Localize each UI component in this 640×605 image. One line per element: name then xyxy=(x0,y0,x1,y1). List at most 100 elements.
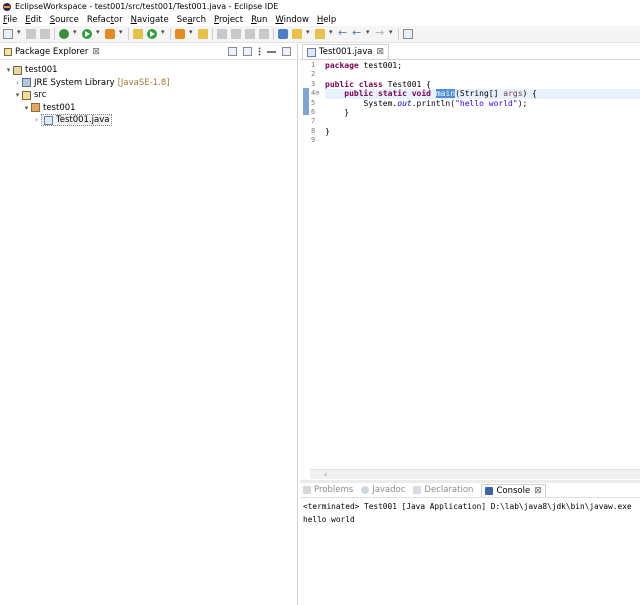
expanded-chevron-icon[interactable]: ▾ xyxy=(13,91,22,99)
save-icon[interactable] xyxy=(26,29,36,39)
collapsed-chevron-icon[interactable]: › xyxy=(13,79,22,87)
show-whitespace-icon[interactable] xyxy=(259,29,269,39)
close-tab-icon[interactable]: ⊠ xyxy=(534,486,542,496)
new-java-project-icon[interactable] xyxy=(133,29,143,39)
toggle-mark-occurrences-icon[interactable] xyxy=(231,29,241,39)
maximize-icon[interactable] xyxy=(282,47,291,56)
toolbar-separator xyxy=(128,28,129,40)
tree-item-jre[interactable]: › JRE System Library [JavaSE-1.8] xyxy=(0,77,297,90)
parameter: args xyxy=(503,89,523,99)
line-number: 3 xyxy=(311,79,316,88)
tab-problems-label: Problems xyxy=(314,485,354,495)
forward-icon[interactable] xyxy=(375,26,385,39)
tree-item-package[interactable]: ▾ test001 xyxy=(0,102,297,115)
tab-problems[interactable]: Problems xyxy=(303,485,353,495)
save-all-icon[interactable] xyxy=(40,29,50,39)
back-dropdown-icon[interactable] xyxy=(366,28,371,39)
tab-javadoc[interactable]: Javadoc xyxy=(361,485,405,495)
menu-item[interactable]: Edit xyxy=(25,15,41,25)
toolbar-separator xyxy=(398,28,399,40)
next-annotation-icon[interactable] xyxy=(292,29,302,39)
toggle-block-selection-icon[interactable] xyxy=(245,29,255,39)
menu-item[interactable]: Navigate xyxy=(131,15,169,25)
menu-item[interactable]: Source xyxy=(50,15,79,25)
console-output-area[interactable]: <terminated> Test001 [Java Application] … xyxy=(300,498,640,528)
menu-item[interactable]: Project xyxy=(214,15,243,25)
open-type-icon[interactable] xyxy=(175,29,185,39)
new-icon[interactable] xyxy=(3,29,13,39)
package-explorer-icon xyxy=(4,47,12,56)
project-label: test001 xyxy=(25,65,58,76)
tab-test001-java[interactable]: Test001.java ⊠ xyxy=(302,44,390,59)
menu-label-part: dit xyxy=(30,14,42,25)
minimize-icon[interactable] xyxy=(267,47,276,53)
file-label: Test001.java xyxy=(56,115,110,126)
tree-item-src[interactable]: ▾ src xyxy=(0,89,297,102)
menu-item[interactable]: File xyxy=(3,15,17,25)
line-number: 7 xyxy=(311,117,316,126)
menu-item[interactable]: Search xyxy=(177,15,206,25)
previous-annotation-dropdown-icon[interactable] xyxy=(329,28,334,39)
next-annotation-dropdown-icon[interactable] xyxy=(306,28,311,39)
external-tools-dropdown-icon[interactable] xyxy=(119,28,124,39)
new-dropdown-icon[interactable] xyxy=(17,28,22,39)
horizontal-scrollbar[interactable]: ‹ xyxy=(310,469,640,479)
jre-label: JRE System Library xyxy=(34,77,115,88)
debug-dropdown-icon[interactable] xyxy=(73,28,78,39)
main-toolbar xyxy=(0,26,640,43)
menu-item[interactable]: Help xyxy=(317,15,336,25)
source-code[interactable]: package test001; public class Test001 { … xyxy=(325,61,640,146)
forward-dropdown-icon[interactable] xyxy=(389,28,394,39)
source-folder-icon xyxy=(22,90,31,100)
menu-label-part: elp xyxy=(323,14,337,25)
external-tools-icon[interactable] xyxy=(105,29,115,39)
menu-item[interactable]: Window xyxy=(275,15,309,25)
toggle-breadcrumb-icon[interactable] xyxy=(278,29,288,39)
package-explorer-title[interactable]: Package Explorer xyxy=(15,47,88,57)
menu-item[interactable]: Refactor xyxy=(87,15,123,25)
line-number-fold[interactable]: 4⊖ xyxy=(311,89,325,98)
collapse-all-icon[interactable] xyxy=(228,47,237,56)
link-with-editor-icon[interactable] xyxy=(243,47,252,56)
tab-console[interactable]: Console ⊠ xyxy=(481,483,546,497)
scroll-left-icon[interactable]: ‹ xyxy=(324,470,327,479)
code-area[interactable]: 1 2 3 4⊖ 5 6 7 8 9 package test001; publ… xyxy=(300,61,640,469)
bottom-tabbar: Problems Javadoc Declaration Console ⊠ xyxy=(300,483,640,498)
editor-pane: Test001.java ⊠ 1 2 3 4⊖ 5 6 7 8 9 packag… xyxy=(300,44,640,480)
last-edit-location-icon[interactable] xyxy=(352,26,362,39)
line-number: 1 xyxy=(311,61,316,69)
package-label: test001 xyxy=(43,102,76,113)
collapsed-chevron-icon[interactable]: › xyxy=(32,116,41,124)
close-tab-icon[interactable]: ⊠ xyxy=(376,47,384,57)
run-icon[interactable] xyxy=(82,29,92,39)
open-perspective-icon[interactable] xyxy=(403,29,413,39)
open-type-dropdown-icon[interactable] xyxy=(189,28,194,39)
src-label: src xyxy=(34,90,47,101)
window-title: EclipseWorkspace - test001/src/test001/T… xyxy=(15,2,279,11)
menu-label-part: roject xyxy=(218,14,244,25)
jre-version: [JavaSE-1.8] xyxy=(117,77,170,88)
close-icon[interactable]: ⊠ xyxy=(92,47,100,57)
expanded-chevron-icon[interactable]: ▾ xyxy=(4,66,13,74)
editor-tabbar: Test001.java ⊠ xyxy=(300,44,640,60)
previous-annotation-icon[interactable] xyxy=(315,29,325,39)
selected-file[interactable]: Test001.java xyxy=(41,114,113,127)
tree-item-project[interactable]: ▾ test001 xyxy=(0,64,297,77)
debug-icon[interactable] xyxy=(59,29,69,39)
back-icon[interactable] xyxy=(338,26,348,39)
expanded-chevron-icon[interactable]: ▾ xyxy=(22,104,31,112)
menu-item[interactable]: Run xyxy=(251,15,267,25)
tab-declaration[interactable]: Declaration xyxy=(413,485,473,495)
line-number: 8 xyxy=(311,126,316,135)
run-dropdown-icon[interactable] xyxy=(96,28,101,39)
toolbar-separator xyxy=(212,28,213,40)
search-icon[interactable] xyxy=(217,29,227,39)
new-class-icon[interactable] xyxy=(147,29,157,39)
view-menu-icon[interactable] xyxy=(258,47,261,56)
tree-item-file[interactable]: › Test001.java xyxy=(0,114,297,127)
new-class-dropdown-icon[interactable] xyxy=(161,28,166,39)
menu-label-part: rch xyxy=(192,14,206,25)
menu-mnemonic: W xyxy=(275,14,284,25)
line-number: 2 xyxy=(311,70,316,79)
open-task-icon[interactable] xyxy=(198,29,208,39)
